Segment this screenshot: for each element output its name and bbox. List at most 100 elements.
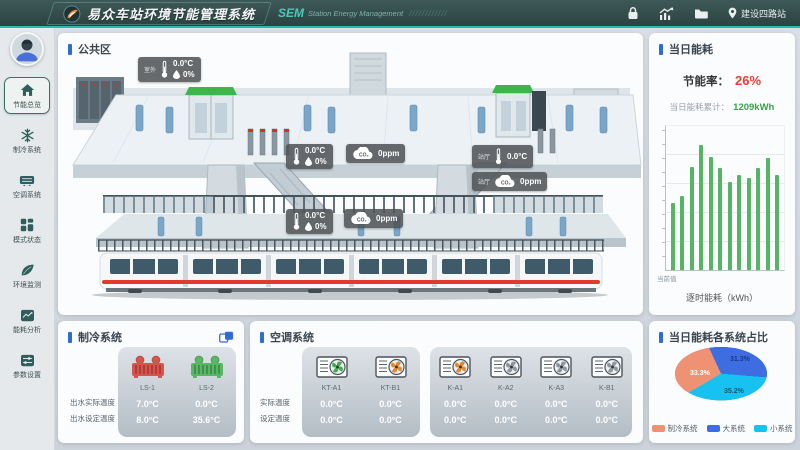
trend-icon[interactable] [659,7,674,20]
ahu-actual-temp: 0.0°C [430,396,481,412]
ahu-set-temp: 0.0°C [531,412,582,428]
hall-humidity-value: 0% [315,158,327,166]
cooling-row-label: 出水实际温度 [70,397,115,408]
chiller-name: LS-2 [177,381,236,396]
sensor-chip-hall-right-co2: 站厅 CO₂ 0ppm [472,172,547,191]
sidebar-item-label: 能耗分析 [13,325,41,335]
sidebar-item-cooling-system[interactable]: 制冷系统 [4,122,50,159]
hall-right-temp-value: 0.0°C [507,153,527,161]
sidebar-item-energy-overview[interactable]: 节能总览 [4,77,50,114]
sidebar-item-mode-status[interactable]: 模式状态 [4,212,50,249]
hall-co2-value: 0ppm [378,150,399,158]
title-bullet [68,332,72,343]
app-root: 易众车站环境节能管理系统 SEM Station Energy Manageme… [0,0,800,450]
ahu-set-temp: 0.0°C [361,412,420,428]
hourly-energy-bar-chart [665,125,785,271]
sidebar-item-parameter-settings[interactable]: 参数设置 [4,347,50,384]
avatar[interactable] [10,32,44,66]
panel-title-row: 空调系统 [250,321,643,349]
thermometer-icon [292,147,301,166]
ahu-name: KT-A1 [302,381,361,396]
saving-rate-value: 26% [735,73,761,88]
svg-text:CO₂: CO₂ [501,181,511,187]
pie-label-cooling: 33.3% [690,370,710,377]
svg-text:CO₂: CO₂ [357,218,367,224]
sensor-chip-hall-temp: 0.0°C 0% [286,144,333,169]
humidity-icon [173,70,180,79]
ahu-name: K-A1 [430,381,481,396]
total-energy-value: 1209kWh [733,102,774,113]
ahu-group-2-card: K-A1 K-A2 K-A3 K-B1 0.0°C 0.0°C 0.0°C 0.… [430,347,632,437]
legend-label: 制冷系统 [668,423,698,434]
hall-temp-value: 0.0°C [305,147,325,155]
hall-right-co2-value: 0ppm [520,178,541,186]
sidebar-item-env-monitoring[interactable]: 环境监测 [4,257,50,294]
chiller-card: LS-1 LS-2 7.0°C 0.0°C 8.0°C 35.6°C [118,347,236,437]
folder-icon[interactable] [694,7,708,19]
platform-co2-value: 0ppm [376,215,397,223]
leaf-icon [20,262,35,278]
mode-grid-icon [20,217,34,233]
energy-share-pie-chart: 31.3% 33.3% 35.2% [675,347,767,413]
title-bullet [659,332,663,343]
chiller-set-temp: 35.6°C [177,412,236,428]
location-icon [728,7,737,19]
ahu-name: KT-B1 [361,381,420,396]
sensor-chip-platform-co2: CO₂ 0ppm [344,209,403,228]
title-bullet [260,332,264,343]
legend-swatch [652,425,665,432]
ac-unit-icon [19,172,35,188]
panel-energy-share: 当日能耗各系统占比 31.3% 33.3% 35.2% 制冷系统 大系统 小系统 [649,321,795,443]
legend-swatch [707,425,720,432]
app-title: 易众车站环境节能管理系统 [87,4,255,23]
co2-cloud-icon: CO₂ [352,147,374,160]
panel-title: 空调系统 [270,329,314,345]
cooling-detail-button[interactable] [219,331,234,343]
legend-label: 小系统 [770,423,793,434]
ahu-name: K-A2 [481,381,532,396]
legend-item-big-system: 大系统 [707,423,746,434]
legend-label: 大系统 [723,423,746,434]
ahu-actual-temp: 0.0°C [302,396,361,412]
pie-face [675,347,767,400]
panel-title: 当日能耗 [669,41,713,57]
panel-daily-energy: 当日能耗 节能率： 26% 当日能耗累计： 1209kWh 当前值 逐时能耗（k… [649,33,795,315]
fan-unit-icon [531,353,582,381]
brand: 易众车站环境节能管理系统 SEM Station Energy Manageme… [50,2,448,25]
sidebar: 节能总览 制冷系统 [0,28,55,450]
pie-legend: 制冷系统 大系统 小系统 [649,423,795,434]
snowflake-icon [20,127,35,143]
ahu-actual-temp: 0.0°C [361,396,420,412]
panel-cooling-system: 制冷系统 出水实际温度 出水设定温度 [58,321,244,443]
humidity-icon [305,157,312,166]
fan-unit-icon [481,353,532,381]
sensor-location-label: 站厅 [478,177,490,186]
chiller-actual-temp: 7.0°C [118,396,177,412]
sidebar-item-label: 环境监测 [13,280,41,290]
title-bullet [68,44,72,55]
analysis-icon [20,307,35,323]
thermometer-icon [494,148,503,165]
saving-rate-row: 节能率： 26% [649,73,795,89]
chiller-unit-icon [177,353,236,381]
sidebar-item-label: 空调系统 [13,190,41,200]
fan-unit-icon [302,353,361,381]
legend-swatch [754,425,767,432]
thermometer-icon [160,60,169,79]
chiller-set-temp: 8.0°C [118,412,177,428]
thermometer-icon [292,212,301,231]
sidebar-item-energy-analysis[interactable]: 能耗分析 [4,302,50,339]
header-decor: //////////// [409,9,448,18]
station-selector[interactable]: 建设四路站 [728,7,786,20]
ahu-actual-temp: 0.0°C [582,396,633,412]
home-icon [20,82,35,98]
ahu-set-temp: 0.0°C [430,412,481,428]
sidebar-item-hvac-system[interactable]: 空调系统 [4,167,50,204]
panel-public-area: 公共区 [58,33,643,315]
fan-unit-icon [582,353,633,381]
panel-title-row: 当日能耗各系统占比 [649,321,795,349]
ahu-actual-temp: 0.0°C [531,396,582,412]
lock-icon[interactable] [627,6,639,20]
app-logo-icon [63,4,81,22]
outdoor-humidity-value: 0% [183,71,195,79]
